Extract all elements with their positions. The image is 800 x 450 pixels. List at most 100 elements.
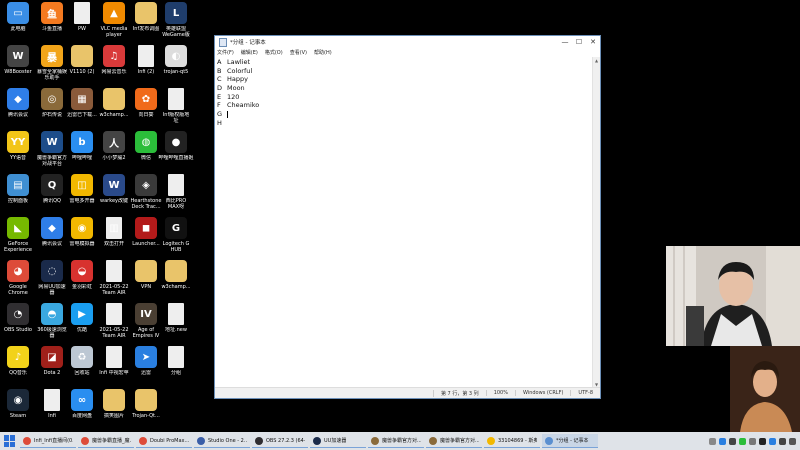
tray-icon[interactable] <box>759 437 766 445</box>
desktop-icon[interactable]: W W8Booster <box>0 45 36 75</box>
desktop-app-icon: ∞ <box>71 389 93 411</box>
windows-start-icon[interactable] <box>4 435 16 447</box>
text-line: B Colorful <box>217 67 591 76</box>
taskbar-item[interactable]: 魔兽争霸直播_魔... <box>78 434 134 448</box>
taskbar-app-icon <box>197 436 205 445</box>
desktop-icon-label: 回收站 <box>74 370 90 376</box>
desktop-icon[interactable]: ◉ 雷电模拟器 <box>64 217 100 247</box>
tray-icon[interactable] <box>709 437 716 445</box>
line-text: Lawliet <box>227 58 251 66</box>
menu-help[interactable]: 帮助(H) <box>314 49 332 56</box>
desktop-icon[interactable]: ▥ 双击打开 <box>96 217 132 247</box>
line-text: Cheamiko <box>227 101 260 110</box>
desktop-icon[interactable]: ◒ 金羽彩虹 <box>64 260 100 290</box>
desktop-app-icon <box>74 2 90 24</box>
desktop-icon[interactable]: ◣ GeForce Experience <box>0 217 36 253</box>
desktop-icon[interactable]: 人小小梦魇2 <box>96 131 132 161</box>
desktop-icon[interactable]: ♫ 网易云音乐 <box>96 45 132 75</box>
taskbar-item[interactable]: UU加速器 <box>310 434 366 448</box>
desktop-icon[interactable]: b 哔哩哔哩 <box>64 131 100 161</box>
taskbar-app-icon <box>81 436 89 445</box>
desktop-icon[interactable]: ♻ 回收站 <box>64 346 100 376</box>
taskbar-item[interactable]: 33104869 - 斯奥... <box>484 434 540 448</box>
desktop-icon[interactable]: Infi 中视宏苹 <box>96 346 132 376</box>
desktop-icon[interactable]: 2021-05-22 Team AIR <box>96 303 132 339</box>
desktop-icon[interactable]: Wwarkey改键 <box>96 174 132 204</box>
taskbar-item[interactable]: 魔兽争霸官方对... <box>426 434 482 448</box>
desktop-icon[interactable]: ● 哔哩哔哩直播姬 <box>158 131 194 161</box>
minimize-button[interactable]: — <box>558 38 572 46</box>
maximize-button[interactable]: ☐ <box>572 38 586 46</box>
notepad-window[interactable]: *分组 - 记事本 — ☐ ✕ 文件(F) 编辑(E) 格式(O) 查看(V) … <box>214 35 601 399</box>
notepad-titlebar[interactable]: *分组 - 记事本 — ☐ ✕ <box>215 36 600 48</box>
desktop-app-icon <box>168 88 184 110</box>
taskbar-item[interactable]: *分组 - 记事本 <box>542 434 598 448</box>
desktop-icon[interactable]: Inf版权版地 址 <box>158 88 194 124</box>
taskbar-item[interactable]: Doubi ProMax... <box>136 434 192 448</box>
desktop-icon-label: 小小梦魇2 <box>102 155 126 161</box>
taskbar-item[interactable]: Infi_Infi直播间(0... <box>20 434 76 448</box>
desktop-app-icon: ◔ <box>7 303 29 325</box>
line-letter: E <box>217 92 222 101</box>
desktop-icon[interactable]: 地址.new <box>158 303 194 333</box>
desktop-icon[interactable]: YY YY语音 <box>0 131 36 161</box>
tray-icon[interactable] <box>749 437 756 445</box>
desktop-icon[interactable]: G Logitech G HUB <box>158 217 194 253</box>
desktop-icon[interactable]: ◉ Steam <box>0 389 36 419</box>
desktop-app-icon: ▦ <box>71 88 93 110</box>
desktop-icon[interactable]: ◫ 雷电多开器 <box>64 174 100 204</box>
desktop-icon[interactable]: w3champ... <box>158 260 194 290</box>
desktop-app-icon: ♫ <box>103 45 125 67</box>
desktop-icon[interactable]: L 英雄联盟 WeGame版 <box>158 2 194 38</box>
text-line: D Moon <box>217 84 591 93</box>
notepad-icon <box>219 37 227 47</box>
vertical-scrollbar[interactable]: ▲ ▼ <box>592 57 600 388</box>
tray-icon[interactable] <box>729 437 736 445</box>
menu-file[interactable]: 文件(F) <box>217 49 234 56</box>
tray-icon[interactable] <box>789 437 796 445</box>
tray-icon[interactable] <box>769 437 776 445</box>
taskbar-item[interactable]: Studio One - 2... <box>194 434 250 448</box>
desktop-icon[interactable]: ◐ trojan-qt5 <box>158 45 194 75</box>
desktop-icon[interactable]: ♪ QQ音乐 <box>0 346 36 376</box>
desktop-icon[interactable]: ◆ 腾讯会议 <box>0 88 36 118</box>
desktop-icon[interactable]: ▤ 控制面板 <box>0 174 36 204</box>
desktop-icon[interactable]: 西比PRO MAX呀 <box>158 174 194 210</box>
taskbar-item[interactable]: 魔兽争霸官方对... <box>368 434 424 448</box>
desktop-icon[interactable]: ∞ 百度网盘 <box>64 389 100 419</box>
desktop-app-icon <box>103 88 125 110</box>
desktop-app-icon: IV <box>135 303 157 325</box>
desktop-icon-label: Trojan-Qt... <box>132 413 160 419</box>
desktop-icon-label: 此电脑 <box>10 26 26 32</box>
desktop-icon[interactable]: 搞笑图片 <box>96 389 132 419</box>
tray-icon[interactable] <box>719 437 726 445</box>
close-button[interactable]: ✕ <box>586 38 600 46</box>
scroll-up-arrow-icon[interactable]: ▲ <box>593 57 600 64</box>
tray-icon[interactable] <box>739 437 746 445</box>
desktop-icon[interactable]: V1110 (2) <box>64 45 100 75</box>
desktop-icon-label: 雷电多开器 <box>69 198 95 204</box>
tray-icon[interactable] <box>779 437 786 445</box>
menu-edit[interactable]: 编辑(E) <box>241 49 258 56</box>
menu-format[interactable]: 格式(O) <box>265 49 283 56</box>
desktop-icon[interactable]: ▦ 迅雷已下载... <box>64 88 100 118</box>
taskbar-item[interactable]: OBS 27.2.3 (64-... <box>252 434 308 448</box>
desktop-icon[interactable]: 分组 <box>158 346 194 376</box>
desktop-icon[interactable]: Trojan-Qt... <box>128 389 164 419</box>
notepad-text-area[interactable]: A Lawliet B Colorful C Happy D Moon E 120 F Cheamik… <box>215 57 593 388</box>
line-text: Moon <box>227 84 245 93</box>
desktop-icon[interactable]: w3champ... <box>96 88 132 118</box>
desktop-icon[interactable]: ◕ Google Chrome <box>0 260 36 296</box>
taskbar-item-label: 33104869 - 斯奥... <box>498 438 537 444</box>
desktop-icon[interactable]: ▲ VLC media player <box>96 2 132 38</box>
desktop-app-icon: ◍ <box>135 131 157 153</box>
menu-view[interactable]: 查看(V) <box>290 49 307 56</box>
desktop-icon[interactable]: ▶ 优酷 <box>64 303 100 333</box>
status-zoom: 100% <box>485 390 515 396</box>
desktop-icon[interactable]: ◔ OBS Studio <box>0 303 36 333</box>
desktop-icon[interactable]: 2021-05-22 Team AIR <box>96 260 132 296</box>
desktop-icon[interactable]: PW <box>64 2 100 32</box>
text-line: C Happy <box>217 75 591 84</box>
desktop-icon[interactable]: ▭ 此电脑 <box>0 2 36 32</box>
desktop-app-icon: ◣ <box>7 217 29 239</box>
